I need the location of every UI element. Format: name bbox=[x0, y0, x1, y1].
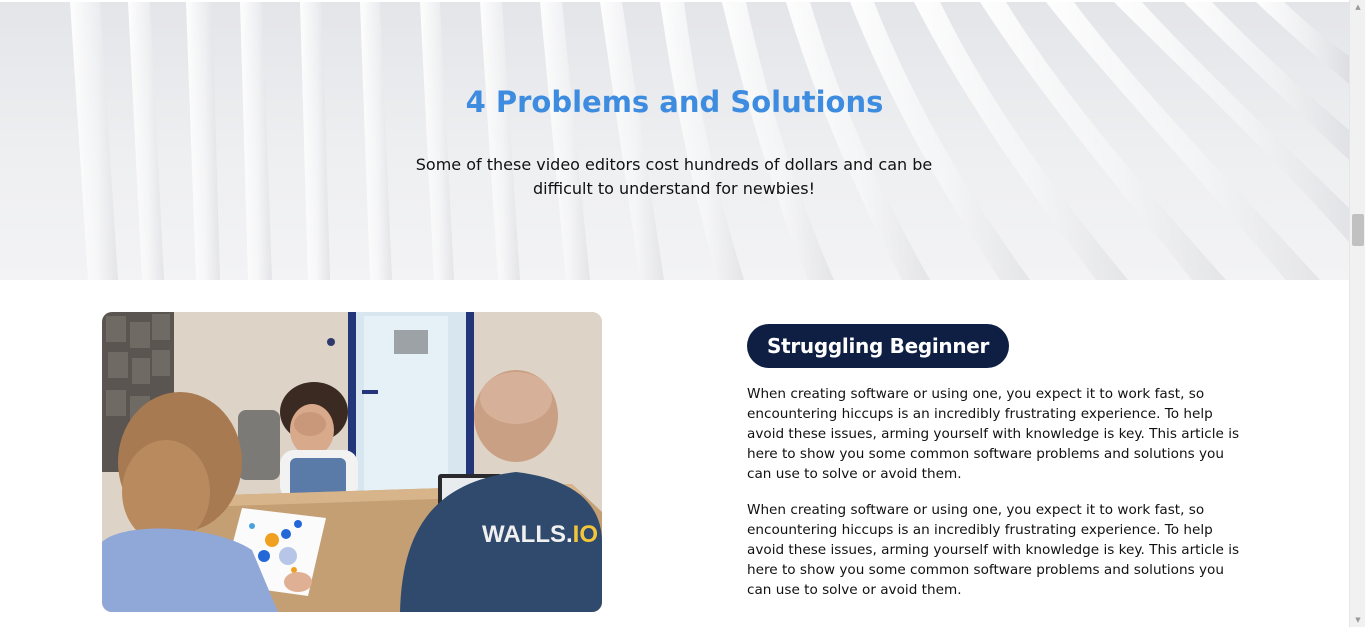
paragraph-2: When creating software or using one, you… bbox=[747, 502, 1240, 598]
hero-background-texture bbox=[70, 2, 1349, 280]
vertical-scrollbar[interactable]: ▲ ▼ bbox=[1349, 0, 1365, 627]
section-subtitle: Some of these video editors cost hundred… bbox=[415, 155, 933, 198]
page: 4 Problems and Solutions Some of these v… bbox=[0, 0, 1349, 627]
shirt-logo-text: WALLS.IO bbox=[482, 521, 598, 548]
paragraph-1: When creating software or using one, you… bbox=[747, 386, 1240, 482]
meeting-photo: WALLS.IO bbox=[102, 312, 602, 612]
scroll-down-arrow-icon[interactable]: ▼ bbox=[1350, 613, 1365, 627]
scrollbar-thumb[interactable] bbox=[1352, 214, 1364, 246]
scroll-up-arrow-icon[interactable]: ▲ bbox=[1350, 0, 1365, 14]
meeting-photo-illustration: WALLS.IO bbox=[102, 312, 602, 612]
struggling-beginner-badge: Struggling Beginner bbox=[747, 324, 1010, 368]
hero-section: 4 Problems and Solutions Some of these v… bbox=[0, 2, 1349, 280]
section-title: 4 Problems and Solutions bbox=[465, 85, 884, 119]
